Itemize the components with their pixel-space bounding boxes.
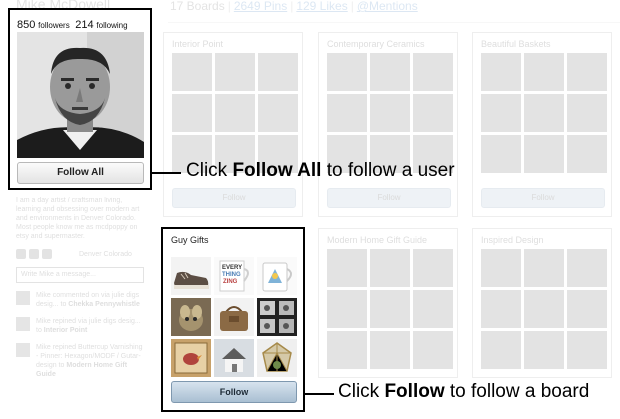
- callout-pointer-follow-all: [152, 172, 181, 174]
- board-pin-grid: [172, 53, 298, 173]
- board-title[interactable]: Contemporary Ceramics: [327, 39, 425, 49]
- profile-tabs: 17 Boards | 2649 Pins | 129 Likes | @Mentions: [170, 0, 418, 13]
- twitter-icon[interactable]: [29, 249, 39, 259]
- follow-board-button[interactable]: Follow: [171, 381, 297, 403]
- board-follow-button[interactable]: Follow: [172, 188, 296, 208]
- pin-thumbnail-tiny-house[interactable]: [214, 339, 254, 377]
- pin-thumbnail-bird-painting[interactable]: [171, 339, 211, 377]
- board-pin-grid: EVERY THING ZING: [171, 257, 297, 377]
- activity-thumbnail: [16, 343, 30, 357]
- activity-thumbnail: [16, 291, 30, 305]
- profile-card: 850 followers 214 following Follow All: [8, 8, 152, 190]
- board-card[interactable]: Modern Home Gift Guide: [318, 228, 458, 378]
- followers-count: 850: [17, 19, 36, 31]
- board-pin-grid: [481, 249, 607, 369]
- board-title[interactable]: Modern Home Gift Guide: [327, 235, 427, 245]
- activity-text: Mike repined via julie digs desig... to …: [36, 318, 141, 334]
- pin-thumbnail-leather-bag[interactable]: [214, 298, 254, 336]
- pin-thumbnail-sneaker[interactable]: [171, 257, 211, 295]
- svg-text:THING: THING: [222, 272, 241, 278]
- board-follow-button[interactable]: Follow: [481, 188, 605, 208]
- board-card[interactable]: Inspired Design: [472, 228, 612, 378]
- board-pin-grid: [327, 249, 453, 369]
- tab-mentions[interactable]: @Mentions: [357, 0, 418, 13]
- activity-item[interactable]: Mike repined Buttercup Varnishing - Pinn…: [16, 343, 144, 379]
- callout-follow-board: Click Follow to follow a board: [338, 381, 590, 402]
- callout-pointer-follow-board: [303, 393, 334, 395]
- tab-pins[interactable]: 2649 Pins: [234, 0, 287, 13]
- board-card[interactable]: Contemporary Ceramics Follow: [318, 32, 458, 217]
- board-follow-button[interactable]: Follow: [327, 188, 451, 208]
- header-divider: [168, 22, 620, 23]
- board-card[interactable]: Interior Point Follow: [163, 32, 303, 217]
- message-input[interactable]: Write Mike a message...: [16, 267, 144, 283]
- activity-text: Mike repined Buttercup Varnishing - Pinn…: [36, 344, 143, 378]
- guy-gifts-board: Guy Gifts EVERY THING ZING Follow: [161, 227, 305, 412]
- follow-all-button[interactable]: Follow All: [17, 162, 144, 184]
- pin-thumbnail-terrarium[interactable]: [257, 339, 297, 377]
- board-title[interactable]: Guy Gifts: [171, 235, 209, 245]
- activity-item[interactable]: Mike repined via julie digs desig... to …: [16, 317, 144, 335]
- pin-thumbnail-mug[interactable]: EVERY THING ZING: [214, 257, 254, 295]
- board-title[interactable]: Interior Point: [172, 39, 223, 49]
- callout-follow-all: Click Follow All to follow a user: [186, 160, 455, 181]
- board-title[interactable]: Beautiful Baskets: [481, 39, 551, 49]
- board-card[interactable]: Beautiful Baskets Follow: [472, 32, 612, 217]
- board-title[interactable]: Inspired Design: [481, 235, 544, 245]
- activity-item[interactable]: Mike commented on via julie digs desig..…: [16, 291, 144, 309]
- board-pin-grid: [481, 53, 607, 173]
- profile-sidebar: I am a day artist / craftsman living, le…: [16, 196, 144, 387]
- activity-text: Mike commented on via julie digs desig..…: [36, 292, 140, 308]
- tab-boards[interactable]: 17 Boards: [170, 0, 225, 13]
- followers-label: followers: [38, 21, 70, 30]
- facebook-icon[interactable]: [16, 249, 26, 259]
- following-label: following: [96, 21, 128, 30]
- pin-thumbnail-bird-mug[interactable]: [257, 257, 297, 295]
- activity-feed: Mike commented on via julie digs desig..…: [16, 291, 144, 379]
- user-bio: I am a day artist / craftsman living, le…: [16, 197, 140, 240]
- website-icon[interactable]: [42, 249, 52, 259]
- board-pin-grid: [327, 53, 453, 173]
- user-location: Denver Colorado: [79, 250, 132, 258]
- svg-text:ZING: ZING: [223, 279, 238, 285]
- pin-thumbnail-dog-painting[interactable]: [171, 298, 211, 336]
- social-links: Denver Colorado: [16, 249, 144, 259]
- pin-thumbnail-photo-strip[interactable]: [257, 298, 297, 336]
- activity-thumbnail: [16, 317, 30, 331]
- following-count: 214: [75, 19, 94, 31]
- profile-photo: [17, 32, 144, 158]
- svg-text:EVERY: EVERY: [222, 265, 242, 271]
- tab-likes[interactable]: 129 Likes: [296, 0, 347, 13]
- follow-stats: 850 followers 214 following: [17, 19, 128, 31]
